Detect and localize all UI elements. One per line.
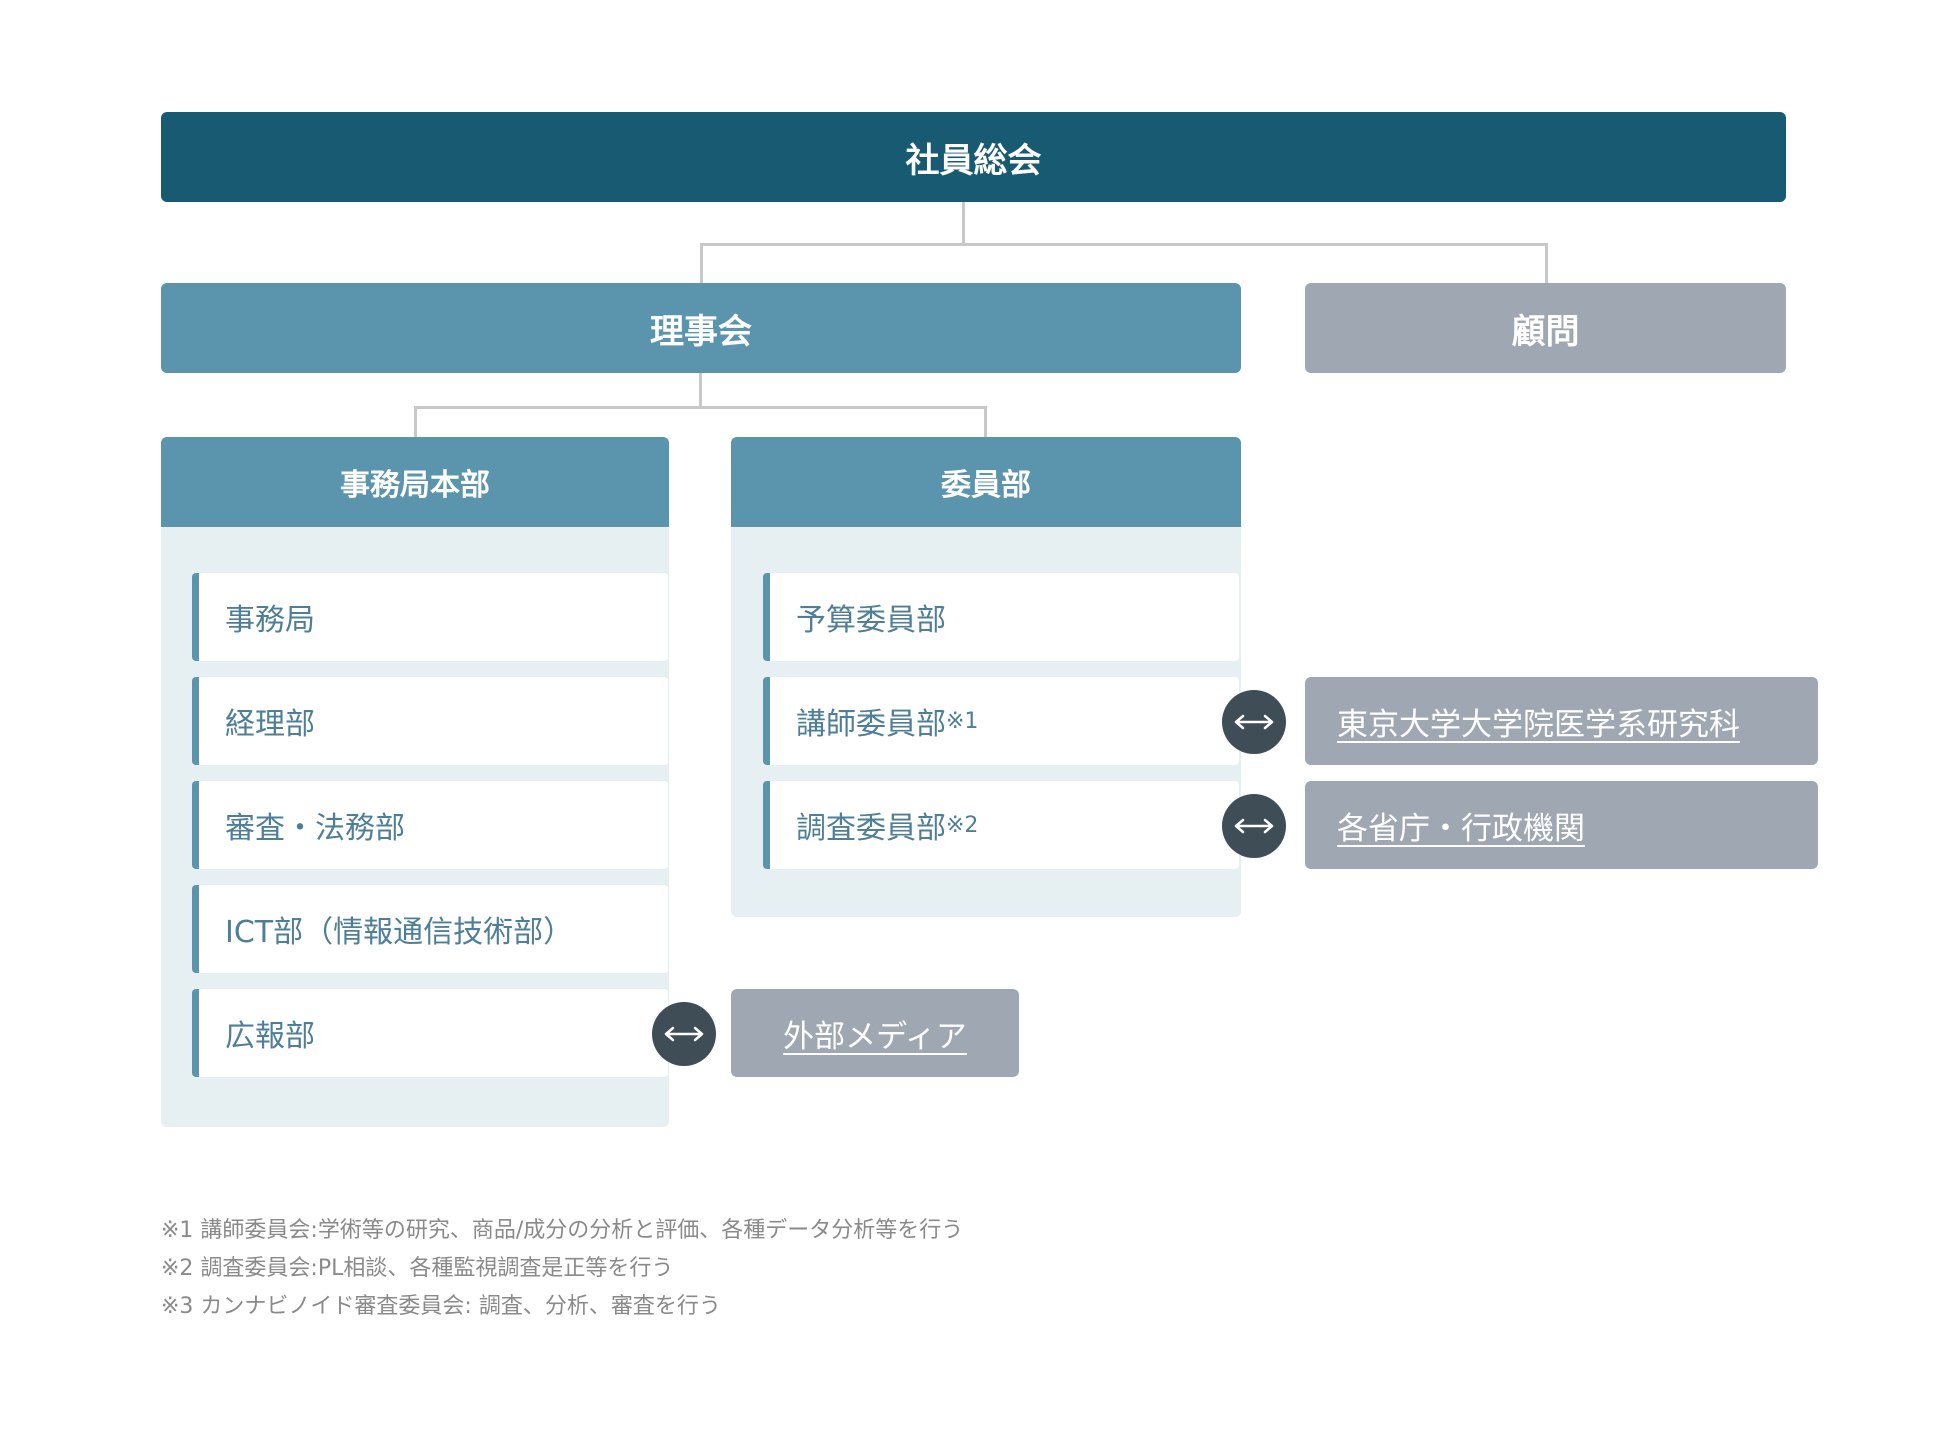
general-meeting-box: 社員総会 [161,112,1786,202]
committee-title: 委員部 [941,468,1031,503]
connector-to-advisor [1545,243,1548,283]
connector-to-committee [984,406,987,437]
advisor-box: 顧問 [1305,283,1786,373]
secretariat-title: 事務局本部 [340,468,490,503]
external-ministries-link[interactable]: 各省庁・行政機関 [1305,781,1818,869]
external-media-link[interactable]: 外部メディア [731,989,1019,1077]
board-box: 理事会 [161,283,1241,373]
note-mark-1: ※1 [946,708,979,734]
committee-header: 委員部 [731,437,1241,527]
footnote-3: ※3 カンナビノイド審査委員会: 調査、分析、審査を行う [161,1294,721,1319]
connector-top-vertical [962,202,965,245]
footnote-1: ※1 講師委員会:学術等の研究、商品/成分の分析と評価、各種データ分析等を行う [161,1218,964,1243]
secretariat-item-accounting: 経理部 [192,677,668,765]
connector-top-horizontal [700,243,1548,246]
double-arrow-icon [1222,690,1286,754]
footnotes: ※1 講師委員会:学術等の研究、商品/成分の分析と評価、各種データ分析等を行う … [161,1212,963,1326]
committee-item-lecturer: 講師委員部 ※1 [763,677,1239,765]
connector-board-horizontal [414,406,987,409]
connector-to-secretariat [414,406,417,437]
footnote-2: ※2 調査委員会:PL相談、各種監視調査是正等を行う [161,1256,674,1281]
secretariat-header: 事務局本部 [161,437,669,527]
secretariat-item-ict: ICT部（情報通信技術部） [192,885,668,973]
general-meeting-label: 社員総会 [905,140,1042,181]
committee-item-budget: 予算委員部 [763,573,1239,661]
board-label: 理事会 [650,311,752,352]
double-arrow-icon [1222,794,1286,858]
double-arrow-icon [652,1002,716,1066]
committee-item-survey: 調査委員部 ※2 [763,781,1239,869]
secretariat-item-legal: 審査・法務部 [192,781,668,869]
connector-board-vertical [699,373,702,408]
secretariat-item-pr: 広報部 [192,989,668,1077]
connector-to-board [700,243,703,283]
secretariat-item-office: 事務局 [192,573,668,661]
advisor-label: 顧問 [1511,311,1580,352]
external-university-link[interactable]: 東京大学大学院医学系研究科 [1305,677,1818,765]
note-mark-2: ※2 [946,812,979,838]
